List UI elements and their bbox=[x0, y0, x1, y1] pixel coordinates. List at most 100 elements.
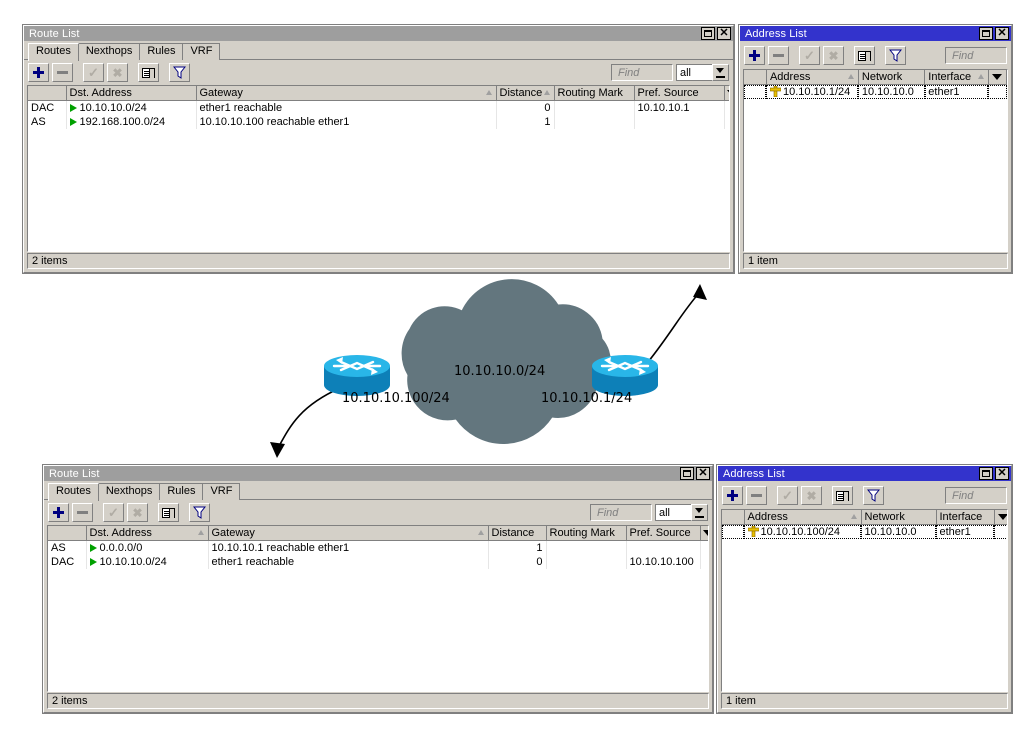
cell-interface: ether1 bbox=[924, 84, 989, 99]
col-network[interactable]: Network bbox=[858, 70, 926, 85]
col-gateway[interactable]: Gateway bbox=[196, 86, 497, 101]
col-routing-mark[interactable]: Routing Mark bbox=[546, 526, 627, 541]
col-dst-address[interactable]: Dst. Address bbox=[86, 526, 209, 541]
maximize-icon[interactable] bbox=[680, 467, 694, 480]
tab-routes[interactable]: Routes bbox=[28, 43, 79, 61]
col-flags[interactable] bbox=[722, 510, 745, 525]
add-button[interactable] bbox=[744, 46, 765, 65]
close-icon[interactable]: ✕ bbox=[717, 27, 731, 40]
tab-routes[interactable]: Routes bbox=[48, 483, 99, 501]
plus-icon bbox=[727, 490, 738, 501]
tab-nexthops[interactable]: Nexthops bbox=[77, 43, 141, 60]
maximize-icon[interactable] bbox=[701, 27, 715, 40]
col-flags[interactable] bbox=[48, 526, 87, 541]
filter-button[interactable] bbox=[169, 63, 190, 82]
close-icon[interactable]: ✕ bbox=[995, 27, 1009, 40]
column-chooser-button[interactable] bbox=[994, 510, 1007, 525]
filter-button[interactable] bbox=[885, 46, 906, 65]
add-button[interactable] bbox=[28, 63, 49, 82]
scope-select[interactable]: all bbox=[676, 64, 729, 81]
col-address[interactable]: Address bbox=[766, 70, 859, 85]
col-interface[interactable]: Interface bbox=[924, 70, 989, 85]
chevron-down-icon[interactable] bbox=[712, 64, 729, 81]
filter-button[interactable] bbox=[863, 486, 884, 505]
disable-button[interactable]: ✖ bbox=[107, 63, 128, 82]
cell-spacer bbox=[700, 540, 708, 555]
table-row[interactable]: 10.10.10.1/24 10.10.10.0 ether1 bbox=[744, 84, 1007, 99]
tab-rules[interactable]: Rules bbox=[139, 43, 184, 60]
address-table-bottom[interactable]: Address Network Interface 10.10.10.100/2… bbox=[721, 509, 1008, 692]
col-distance[interactable]: Distance bbox=[496, 86, 555, 101]
col-flags[interactable] bbox=[28, 86, 67, 101]
column-chooser-button[interactable] bbox=[988, 70, 1007, 85]
close-icon[interactable]: ✕ bbox=[995, 467, 1009, 480]
col-routing-mark[interactable]: Routing Mark bbox=[554, 86, 635, 101]
address-table-top[interactable]: Address Network Interface 10.10.10.1/24 bbox=[743, 69, 1008, 252]
window-route-list-bottom[interactable]: Route List ✕ Routes Nexthops Rules VRF ✓… bbox=[42, 464, 714, 714]
remove-button[interactable] bbox=[52, 63, 73, 82]
table-row[interactable]: 10.10.10.100/24 10.10.10.0 ether1 bbox=[722, 524, 1007, 539]
table-row[interactable]: DAC 10.10.10.0/24 ether1 reachable 0 10.… bbox=[28, 100, 729, 115]
scope-select[interactable]: all bbox=[655, 504, 708, 521]
table-row[interactable]: DAC 10.10.10.0/24 ether1 reachable 0 10.… bbox=[48, 555, 708, 569]
filter-button[interactable] bbox=[189, 503, 210, 522]
funnel-icon bbox=[173, 66, 186, 79]
maximize-icon[interactable] bbox=[979, 27, 993, 40]
col-interface[interactable]: Interface bbox=[936, 510, 995, 525]
disable-button[interactable]: ✖ bbox=[801, 486, 822, 505]
comment-button[interactable] bbox=[138, 63, 159, 82]
minus-icon bbox=[751, 494, 762, 497]
col-distance[interactable]: Distance bbox=[488, 526, 547, 541]
find-input[interactable]: Find bbox=[945, 487, 1007, 504]
enable-button[interactable]: ✓ bbox=[777, 486, 798, 505]
arrow-to-top-window bbox=[647, 284, 707, 363]
tab-vrf[interactable]: VRF bbox=[202, 483, 241, 500]
titlebar-address-list-bottom[interactable]: Address List ✕ bbox=[718, 466, 1011, 481]
column-chooser-button[interactable] bbox=[724, 86, 729, 101]
enable-button[interactable]: ✓ bbox=[83, 63, 104, 82]
find-input[interactable]: Find bbox=[590, 504, 652, 521]
close-icon[interactable]: ✕ bbox=[696, 467, 710, 480]
add-button[interactable] bbox=[48, 503, 69, 522]
window-address-list-top[interactable]: Address List ✕ ✓ ✖ Find Address Network … bbox=[738, 24, 1013, 274]
window-address-list-bottom[interactable]: Address List ✕ ✓ ✖ Find Address Network … bbox=[716, 464, 1013, 714]
cell-distance: 1 bbox=[496, 115, 555, 129]
add-button[interactable] bbox=[722, 486, 743, 505]
find-input[interactable]: Find bbox=[945, 47, 1007, 64]
table-row[interactable]: AS 0.0.0.0/0 10.10.10.1 reachable ether1… bbox=[48, 540, 708, 555]
disable-button[interactable]: ✖ bbox=[823, 46, 844, 65]
tab-rules[interactable]: Rules bbox=[159, 483, 204, 500]
col-flags[interactable] bbox=[744, 70, 767, 85]
tabs-route-list-top: Routes Nexthops Rules VRF bbox=[24, 41, 733, 61]
chevron-down-icon[interactable] bbox=[691, 504, 708, 521]
titlebar-route-list-bottom[interactable]: Route List ✕ bbox=[44, 466, 712, 481]
remove-button[interactable] bbox=[768, 46, 789, 65]
enable-button[interactable]: ✓ bbox=[799, 46, 820, 65]
col-dst-address[interactable]: Dst. Address bbox=[66, 86, 197, 101]
note-icon bbox=[142, 67, 155, 78]
enable-button[interactable]: ✓ bbox=[103, 503, 124, 522]
disable-button[interactable]: ✖ bbox=[127, 503, 148, 522]
window-route-list-top[interactable]: Route List ✕ Routes Nexthops Rules VRF ✓… bbox=[22, 24, 735, 274]
col-network[interactable]: Network bbox=[861, 510, 937, 525]
find-input[interactable]: Find bbox=[611, 64, 673, 81]
titlebar-address-list-top[interactable]: Address List ✕ bbox=[740, 26, 1011, 41]
maximize-icon[interactable] bbox=[979, 467, 993, 480]
remove-button[interactable] bbox=[72, 503, 93, 522]
route-table-bottom[interactable]: Dst. Address Gateway Distance Routing Ma… bbox=[47, 525, 709, 692]
col-pref-source[interactable]: Pref. Source bbox=[626, 526, 701, 541]
comment-button[interactable] bbox=[854, 46, 875, 65]
col-address[interactable]: Address bbox=[744, 510, 862, 525]
tab-nexthops[interactable]: Nexthops bbox=[97, 483, 161, 500]
item-count: 2 items bbox=[32, 255, 68, 267]
col-pref-source[interactable]: Pref. Source bbox=[634, 86, 725, 101]
comment-button[interactable] bbox=[158, 503, 179, 522]
route-table-top[interactable]: Dst. Address Gateway Distance Routing Ma… bbox=[27, 85, 730, 252]
comment-button[interactable] bbox=[832, 486, 853, 505]
tab-vrf[interactable]: VRF bbox=[182, 43, 221, 60]
column-chooser-button[interactable] bbox=[700, 526, 708, 541]
titlebar-route-list-top[interactable]: Route List ✕ bbox=[24, 26, 733, 41]
table-row[interactable]: AS 192.168.100.0/24 10.10.10.100 reachab… bbox=[28, 115, 729, 129]
remove-button[interactable] bbox=[746, 486, 767, 505]
col-gateway[interactable]: Gateway bbox=[208, 526, 489, 541]
